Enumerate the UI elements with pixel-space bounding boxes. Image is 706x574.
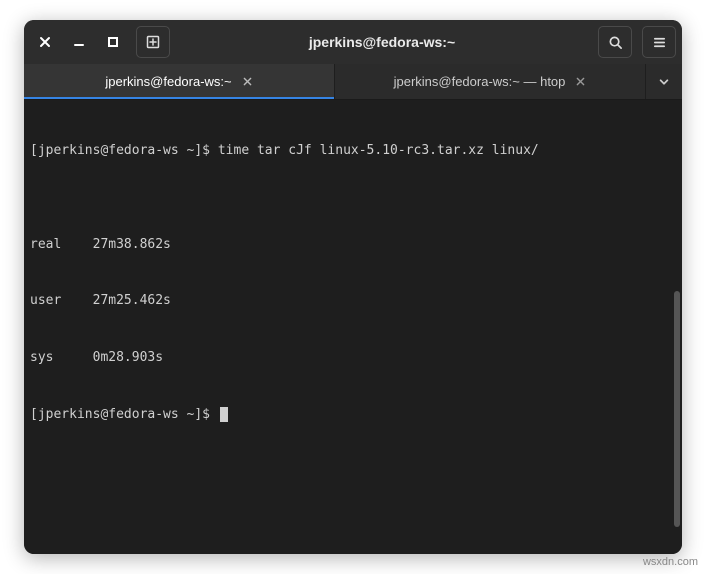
maximize-window-button[interactable] xyxy=(98,27,128,57)
tab-dropdown-button[interactable] xyxy=(646,64,682,99)
terminal-window: jperkins@fedora-ws:~ jperkins@fedora-ws:… xyxy=(24,20,682,554)
cursor-icon xyxy=(220,407,228,422)
tab-label: jperkins@fedora-ws:~ — htop xyxy=(394,74,566,89)
close-window-button[interactable] xyxy=(30,27,60,57)
tab-2[interactable]: jperkins@fedora-ws:~ — htop xyxy=(335,64,646,99)
titlebar: jperkins@fedora-ws:~ xyxy=(24,20,682,64)
tab-1[interactable]: jperkins@fedora-ws:~ xyxy=(24,64,335,99)
terminal-line: real 27m38.862s xyxy=(30,236,676,255)
terminal-area[interactable]: [jperkins@fedora-ws ~]$ time tar cJf lin… xyxy=(24,100,682,554)
tab-label: jperkins@fedora-ws:~ xyxy=(105,74,231,89)
window-title: jperkins@fedora-ws:~ xyxy=(174,34,590,50)
close-tab-icon[interactable] xyxy=(575,76,586,87)
menu-button[interactable] xyxy=(642,26,676,58)
minimize-window-button[interactable] xyxy=(64,27,94,57)
watermark: wsxdn.com xyxy=(643,556,698,568)
scrollbar[interactable] xyxy=(674,291,680,527)
close-tab-icon[interactable] xyxy=(242,76,253,87)
terminal-line: user 27m25.462s xyxy=(30,292,676,311)
search-button[interactable] xyxy=(598,26,632,58)
new-tab-button[interactable] xyxy=(136,26,170,58)
terminal-line: sys 0m28.903s xyxy=(30,349,676,368)
terminal-line: [jperkins@fedora-ws ~]$ xyxy=(30,406,676,425)
tab-bar: jperkins@fedora-ws:~ jperkins@fedora-ws:… xyxy=(24,64,682,100)
terminal-line: [jperkins@fedora-ws ~]$ time tar cJf lin… xyxy=(30,142,676,161)
